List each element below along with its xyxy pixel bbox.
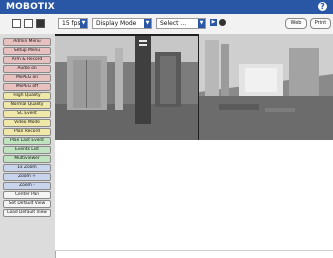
sidebar-item-plan-record[interactable]: Plan Record	[3, 128, 51, 136]
sidebar-item-zoom-in[interactable]: Zoom +	[3, 173, 51, 181]
sidebar-item-audio-on[interactable]: Audio on	[3, 65, 51, 73]
sidebar-item-video-mode[interactable]: Video Mode	[3, 119, 51, 127]
sidebar-item-center-pan[interactable]: Center Pan	[3, 191, 51, 199]
sidebar-item-plan-last-event[interactable]: Plan Last Event	[3, 137, 51, 145]
print-button[interactable]: Print	[310, 18, 331, 29]
sidebar-item-load-default-view[interactable]: Load Default View	[3, 209, 51, 217]
sidebar-item-sc-event[interactable]: SC Event	[3, 110, 51, 118]
chevron-down-icon: ▼	[80, 19, 87, 28]
info-icon[interactable]	[219, 19, 226, 26]
sidebar-item-1x-zoom[interactable]: 1x Zoom	[3, 164, 51, 172]
camera-select[interactable]: Select ... ▼	[156, 18, 206, 29]
chevron-down-icon: ▼	[144, 19, 151, 28]
sidebar-item-mxpeg-off[interactable]: MxPEG off	[3, 83, 51, 91]
fps-select[interactable]: 15 fps ▼	[58, 18, 88, 29]
mobotix-logo: MOBOTIX	[6, 2, 55, 12]
sidebar-item-events-list[interactable]: Events List	[3, 146, 51, 154]
go-icon[interactable]: ▶	[210, 19, 217, 26]
sidebar-item-arm-record[interactable]: Arm & Record	[3, 56, 51, 64]
toolbar: 15 fps ▼ Display Mode ▼ Select ... ▼ ▶ W…	[0, 14, 333, 35]
camera-pane-right	[199, 34, 333, 140]
sidebar-item-normal-quality[interactable]: Normal Quality	[3, 101, 51, 109]
display-mode-label: Display Mode	[96, 20, 137, 27]
help-icon[interactable]: ?	[318, 2, 327, 11]
split-view-button[interactable]	[24, 19, 33, 28]
camera-select-label: Select ...	[160, 20, 187, 27]
live-video[interactable]	[55, 34, 333, 140]
web-button[interactable]: Web	[285, 18, 307, 29]
display-mode-select[interactable]: Display Mode ▼	[92, 18, 152, 29]
chevron-down-icon: ▼	[198, 19, 205, 28]
divider	[55, 250, 333, 251]
fps-select-label: 15 fps	[62, 20, 81, 27]
grid-view-button[interactable]	[36, 19, 45, 28]
sidebar-item-set-default-view[interactable]: Set Default View	[3, 200, 51, 208]
main-content-area	[55, 140, 333, 250]
sidebar-item-multiviewer[interactable]: Multiviewer	[3, 155, 51, 163]
sidebar-item-admin-menu[interactable]: Admin Menu	[3, 38, 51, 46]
sidebar-item-mxpeg-on[interactable]: MxPEG on	[3, 74, 51, 82]
sidebar-item-high-quality[interactable]: High Quality	[3, 92, 51, 100]
single-view-button[interactable]	[12, 19, 21, 28]
sidebar: Admin Menu Setup Menu Arm & Record Audio…	[0, 34, 56, 258]
sidebar-item-setup-menu[interactable]: Setup Menu	[3, 47, 51, 55]
camera-pane-left	[55, 34, 198, 140]
sidebar-item-zoom-out[interactable]: Zoom -	[3, 182, 51, 190]
app-header: MOBOTIX ?	[0, 0, 333, 14]
